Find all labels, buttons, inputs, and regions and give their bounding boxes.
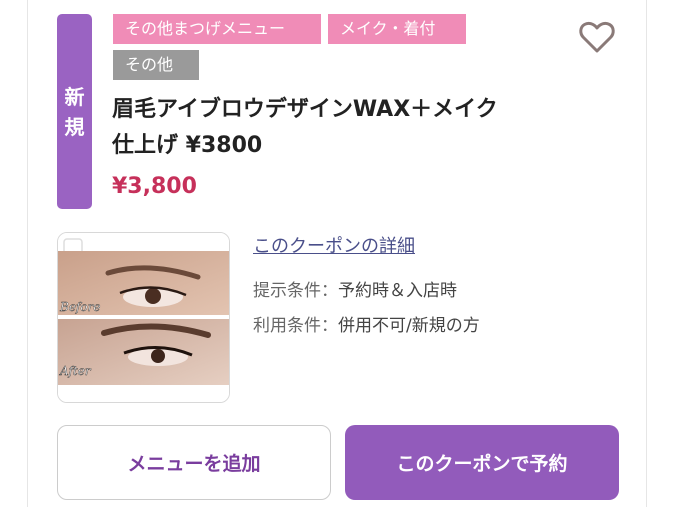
reserve-with-coupon-button[interactable]: このクーポンで予約 — [345, 425, 619, 500]
coupon-photo[interactable]: Before After — [57, 232, 230, 403]
coupon-price: ¥3,800 — [112, 174, 197, 199]
badge-char-2: 規 — [64, 114, 85, 139]
card-border-right — [646, 0, 647, 507]
after-label: After — [59, 364, 92, 378]
coupon-title-line2: 仕上げ ¥3800 — [112, 133, 263, 158]
usage-condition-label: 利用条件： — [253, 316, 338, 336]
before-label: Before — [59, 300, 100, 314]
tag-other: その他 — [113, 50, 199, 80]
before-after-photo: Before After — [58, 233, 229, 402]
presentation-condition-value: 予約時＆入店時 — [338, 281, 457, 301]
presentation-condition-label: 提示条件： — [253, 281, 338, 301]
coupon-detail-link[interactable]: このクーポンの詳細 — [253, 232, 415, 258]
heart-icon[interactable] — [578, 18, 616, 56]
coupon-title-line1: 眉毛アイブロウデザインWAX＋メイク — [112, 97, 498, 122]
badge-char-1: 新 — [64, 84, 85, 109]
tag-eyelash-other: その他まつげメニュー — [113, 14, 321, 44]
presentation-condition: 提示条件：予約時＆入店時 — [253, 276, 457, 301]
tag-makeup-kitsuke: メイク・着付 — [328, 14, 466, 44]
new-customer-badge: 新 規 — [57, 14, 92, 209]
card-border-left — [27, 0, 28, 507]
usage-condition-value: 併用不可/新規の方 — [338, 316, 480, 336]
coupon-title: 眉毛アイブロウデザインWAX＋メイク 仕上げ ¥3800 — [112, 92, 612, 164]
usage-condition: 利用条件：併用不可/新規の方 — [253, 311, 480, 336]
add-menu-button[interactable]: メニューを追加 — [57, 425, 331, 500]
